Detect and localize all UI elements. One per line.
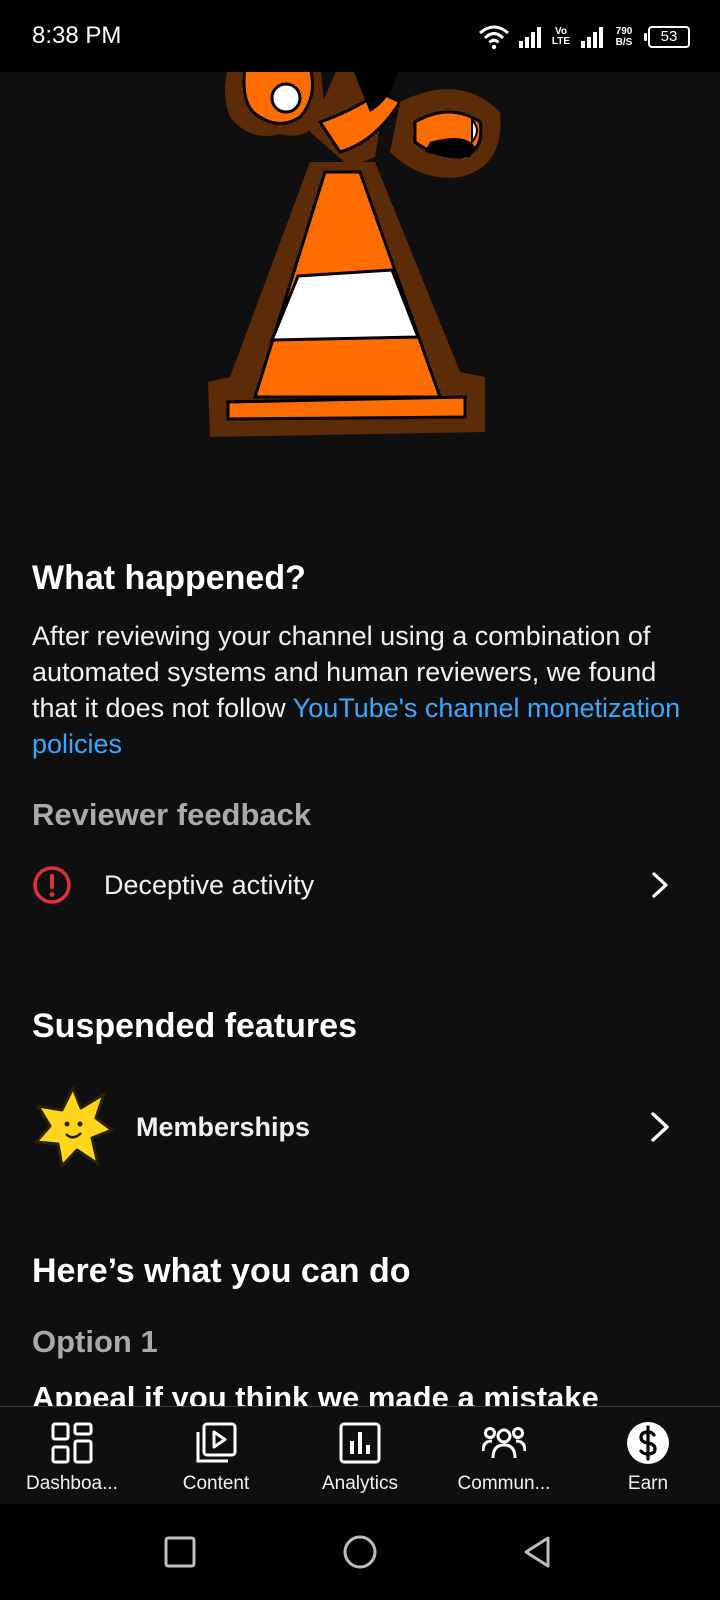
reviewer-feedback-heading: Reviewer feedback	[32, 797, 312, 832]
violation-description: After reviewing your channel using a com…	[32, 618, 692, 762]
memberships-star-icon	[34, 1086, 114, 1168]
status-bar: 8:38 PM Vo LTE 790 B/S 53	[0, 0, 720, 72]
feedback-item-deceptive-activity[interactable]: Deceptive activity	[0, 845, 720, 925]
nav-item-content[interactable]: Content	[144, 1407, 288, 1505]
dashboard-icon	[51, 1422, 93, 1464]
memberships-label: Memberships	[136, 1111, 311, 1142]
suspended-features-heading: Suspended features	[32, 1007, 357, 1045]
nav-label-dashboard: Dashboa...	[26, 1473, 118, 1494]
alert-icon	[33, 866, 71, 904]
chevron-right-icon	[651, 1112, 669, 1142]
chevron-right-icon	[652, 872, 668, 898]
battery-indicator: 53	[644, 26, 690, 48]
nav-item-analytics[interactable]: Analytics	[288, 1407, 432, 1505]
system-navigation-bar	[0, 1504, 720, 1600]
bottom-navigation: Dashboa... Content Analytics Commun... E…	[0, 1406, 720, 1504]
what-happened-heading: What happened?	[32, 559, 306, 597]
status-time: 8:38 PM	[32, 22, 122, 49]
status-icons: Vo LTE 790 B/S 53	[478, 22, 690, 52]
option-1-label: Option 1	[32, 1324, 158, 1359]
signal-icon-sim1	[519, 27, 541, 48]
volte-indicator: Vo LTE	[550, 27, 572, 47]
network-speed-value: 790	[615, 26, 633, 37]
what-you-can-do-heading: Here’s what you can do	[32, 1252, 411, 1290]
signal-icon-sim2	[581, 27, 603, 48]
wifi-icon	[479, 25, 509, 50]
nav-item-community[interactable]: Commun...	[432, 1407, 576, 1505]
recent-apps-icon[interactable]	[162, 1534, 198, 1570]
network-speed-unit: B/S	[615, 37, 633, 48]
feedback-item-label: Deceptive activity	[104, 869, 315, 900]
nav-label-content: Content	[182, 1473, 250, 1494]
main-content[interactable]: What happened? After reviewing your chan…	[0, 72, 720, 1406]
earn-icon	[627, 1422, 669, 1464]
traffic-cone-illustration	[208, 72, 501, 437]
battery-level: 53	[660, 28, 678, 45]
nav-label-community: Commun...	[457, 1473, 551, 1494]
network-speed: 790 B/S	[612, 26, 636, 48]
home-icon[interactable]	[342, 1534, 378, 1570]
nav-label-earn: Earn	[627, 1473, 669, 1494]
community-icon	[482, 1427, 526, 1459]
analytics-icon	[339, 1422, 381, 1464]
content-icon	[196, 1422, 237, 1463]
nav-item-earn[interactable]: Earn	[576, 1407, 720, 1505]
suspended-item-memberships[interactable]: Memberships	[0, 1077, 720, 1177]
volte-bottom-text: LTE	[551, 36, 571, 47]
back-icon[interactable]	[520, 1534, 556, 1570]
nav-label-analytics: Analytics	[321, 1473, 399, 1494]
nav-item-dashboard[interactable]: Dashboa...	[0, 1407, 144, 1505]
appeal-option-title[interactable]: Appeal if you think we made a mistake	[32, 1380, 599, 1406]
